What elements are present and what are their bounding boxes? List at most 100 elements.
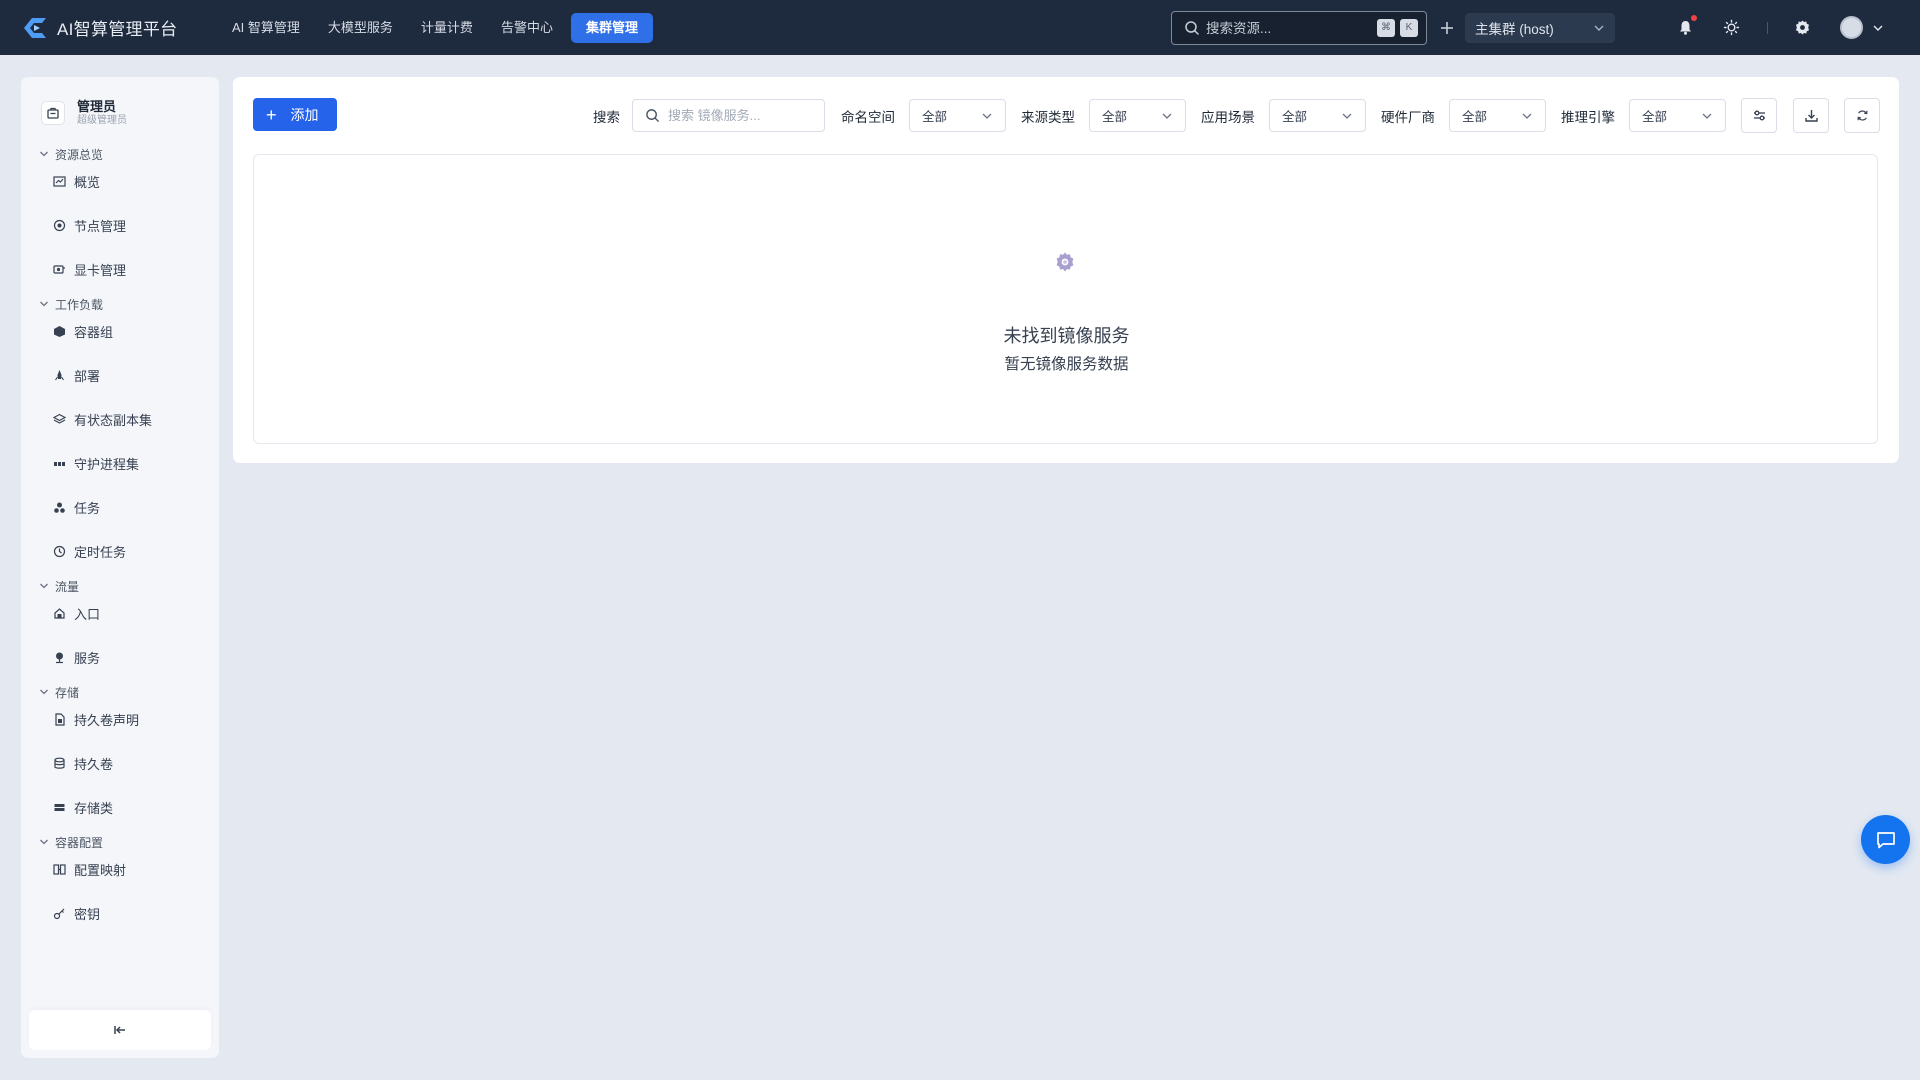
- chevron-down-icon: [982, 113, 992, 119]
- empty-state-description: 暂无镜像服务数据: [1004, 356, 1129, 373]
- configmap-icon: [53, 863, 66, 875]
- cube-icon: [54, 325, 65, 337]
- notification-dot: [1691, 15, 1697, 21]
- topnav-llm-service[interactable]: 大模型服务: [314, 13, 407, 43]
- chevron-down-icon: [1594, 25, 1604, 31]
- sidebar-item-gpus[interactable]: 显卡管理: [21, 247, 219, 291]
- target-icon: [53, 219, 66, 231]
- gear-icon: [1056, 252, 1074, 272]
- jobs-icon: [54, 502, 65, 513]
- nav-group-storage: 存储 持久卷声明 持久卷 存储类: [21, 683, 219, 829]
- bell-icon[interactable]: [1677, 19, 1694, 36]
- sidebar-item-overview[interactable]: 概览: [21, 159, 219, 203]
- ingress-icon: [54, 607, 65, 619]
- top-navbar: AI智算管理平台 AI 智算管理 大模型服务 计量计费 告警中心 集群管理 ⌘ …: [0, 0, 1920, 55]
- chevron-down-icon: [1702, 113, 1712, 119]
- filter-select-scenario[interactable]: 全部: [1269, 99, 1366, 132]
- key-icon: [53, 908, 65, 919]
- filter-settings-button[interactable]: [1741, 98, 1777, 133]
- add-button-label: 添加: [290, 106, 319, 123]
- sidebar-item-label: 服务: [74, 650, 101, 666]
- search-icon: [646, 109, 659, 122]
- sidebar: 管理员 超级管理员 资源总览 概览 节点管理 显卡管理 工作负载 容器组 部署 …: [21, 77, 219, 1058]
- sidebar-collapse-button[interactable]: [29, 1010, 211, 1050]
- sidebar-item-statefulsets[interactable]: 有状态副本集: [21, 397, 219, 441]
- global-search[interactable]: ⌘ K: [1171, 11, 1427, 45]
- sidebar-item-label: 配置映射: [74, 862, 127, 878]
- chat-button[interactable]: [1861, 815, 1910, 864]
- sidebar-item-jobs[interactable]: 任务: [21, 485, 219, 529]
- sidebar-item-label: 守护进程集: [74, 456, 140, 472]
- image-service-search[interactable]: [632, 99, 825, 132]
- sidebar-item-storageclass[interactable]: 存储类: [21, 785, 219, 829]
- daemon-icon: [54, 461, 65, 466]
- chart-icon: [53, 175, 66, 187]
- filter-label-engine: 推理引擎: [1561, 110, 1615, 125]
- download-button[interactable]: [1793, 98, 1829, 133]
- global-search-input[interactable]: [1206, 20, 1372, 36]
- filter-select-namespace[interactable]: 全部: [909, 99, 1006, 132]
- filter-label-namespace: 命名空间: [841, 110, 895, 125]
- gpu-card-icon: [53, 264, 65, 274]
- topnav-ai-compute[interactable]: AI 智算管理: [218, 13, 314, 43]
- brand[interactable]: AI智算管理平台: [20, 13, 198, 43]
- main-content-card: + 添加 搜索 命名空间 全部 来源类型 全部 应用场景 全部 硬件厂商 全部 …: [233, 77, 1899, 463]
- cluster-select[interactable]: 主集群 (host): [1465, 13, 1615, 43]
- user-name: 管理员: [77, 99, 117, 114]
- sidebar-item-deployments[interactable]: 部署: [21, 353, 219, 397]
- nav-group-overview: 资源总览 概览 节点管理 显卡管理: [21, 145, 219, 291]
- nav-group-workloads: 工作负载 容器组 部署 有状态副本集 守护进程集 任务 定时任务: [21, 295, 219, 573]
- sidebar-item-label: 定时任务: [74, 544, 127, 560]
- add-button[interactable]: + 添加: [253, 98, 337, 131]
- download-icon: [1804, 110, 1818, 122]
- storage-icon: [54, 803, 65, 811]
- chevron-down-icon[interactable]: [1872, 22, 1884, 34]
- top-nav: AI 智算管理 大模型服务 计量计费 告警中心 集群管理: [218, 12, 653, 43]
- filter-label-scenario: 应用场景: [1201, 110, 1255, 125]
- filter-select-engine[interactable]: 全部: [1629, 99, 1726, 132]
- sidebar-item-nodes[interactable]: 节点管理: [21, 203, 219, 247]
- search-icon: [1185, 21, 1199, 35]
- nav-group-traffic: 流量 入口 服务: [21, 577, 219, 679]
- topnav-billing[interactable]: 计量计费: [407, 13, 487, 43]
- chevron-down-icon: [1522, 113, 1532, 119]
- plus-icon[interactable]: [1439, 20, 1455, 36]
- sidebar-item-configmaps[interactable]: 配置映射: [21, 847, 219, 891]
- sidebar-item-services[interactable]: 服务: [21, 635, 219, 679]
- sidebar-item-label: 部署: [74, 368, 101, 384]
- sidebar-item-label: 节点管理: [74, 218, 127, 234]
- sidebar-item-daemonsets[interactable]: 守护进程集: [21, 441, 219, 485]
- sidebar-item-pods[interactable]: 容器组: [21, 309, 219, 353]
- refresh-button[interactable]: [1844, 98, 1880, 133]
- filter-label-vendor: 硬件厂商: [1381, 110, 1435, 125]
- user-badge-icon: [41, 101, 65, 125]
- sidebar-item-cronjobs[interactable]: 定时任务: [21, 529, 219, 573]
- filter-select-vendor[interactable]: 全部: [1449, 99, 1546, 132]
- sidebar-item-ingress[interactable]: 入口: [21, 591, 219, 635]
- topnav-alerts[interactable]: 告警中心: [487, 13, 567, 43]
- service-icon: [56, 652, 63, 663]
- clock-icon: [53, 545, 66, 557]
- plus-icon: +: [266, 104, 277, 125]
- image-service-search-input[interactable]: [668, 108, 808, 123]
- sidebar-item-secrets[interactable]: 密钥: [21, 891, 219, 935]
- sidebar-item-label: 存储类: [74, 800, 114, 816]
- sidebar-item-pvc[interactable]: 持久卷声明: [21, 697, 219, 741]
- document-icon: [55, 712, 65, 726]
- brand-logo-icon: [24, 17, 46, 38]
- topnav-cluster-management[interactable]: 集群管理: [570, 12, 653, 43]
- database-icon: [54, 757, 65, 769]
- filter-select-source-type[interactable]: 全部: [1089, 99, 1186, 132]
- chevron-down-icon: [40, 689, 48, 695]
- sidebar-item-label: 密钥: [74, 906, 101, 922]
- refresh-icon: [1856, 110, 1868, 121]
- avatar[interactable]: [1840, 16, 1863, 39]
- chevron-down-icon: [40, 839, 48, 845]
- sliders-icon: [1753, 110, 1765, 121]
- gear-icon[interactable]: [1794, 19, 1811, 36]
- sidebar-item-pv[interactable]: 持久卷: [21, 741, 219, 785]
- sun-icon[interactable]: [1723, 19, 1740, 36]
- user-block: 管理员 超级管理员: [21, 77, 219, 127]
- sidebar-item-label: 有状态副本集: [74, 412, 153, 428]
- sidebar-item-label: 容器组: [74, 324, 114, 340]
